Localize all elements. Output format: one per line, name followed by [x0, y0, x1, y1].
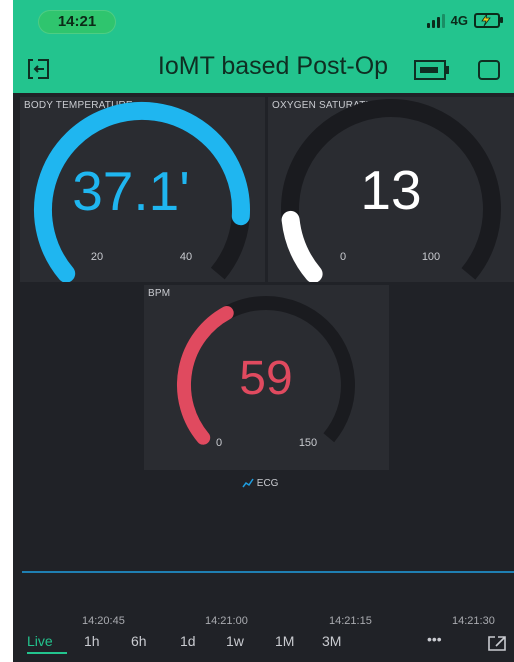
x-tick-label: 14:21:00	[205, 615, 248, 627]
range-1h-button[interactable]: 1h	[84, 633, 100, 649]
square-icon[interactable]	[477, 59, 501, 81]
oxygen-min-label: 0	[340, 251, 346, 263]
status-time: 14:21	[57, 13, 97, 30]
more-options-icon[interactable]: •••	[427, 631, 442, 647]
temperature-gauge: 37.1' 20 40	[34, 101, 250, 282]
status-indicators: 4G	[426, 13, 503, 28]
range-3m-button[interactable]: 3M	[322, 633, 341, 649]
device-status-icon[interactable]	[414, 60, 450, 80]
x-tick-label: 14:21:15	[329, 615, 372, 627]
page-title: IoMT based Post-Op	[157, 52, 389, 80]
export-icon[interactable]	[487, 635, 507, 652]
oxygen-gauge-fill	[281, 210, 323, 282]
bpm-value: 59	[239, 352, 292, 405]
range-1m-button[interactable]: 1M	[275, 633, 294, 649]
oxygen-gauge-panel: OXYGEN SATURATION 13 0 100	[268, 97, 514, 282]
active-range-underline	[27, 652, 67, 654]
bpm-gauge-panel: BPM 59 0 150	[144, 285, 389, 470]
phone-screen: 14:21 4G IoMT based Post-Op BODY TEMPERA…	[13, 0, 514, 662]
temperature-gauge-panel: BODY TEMPERATURE 37.1' 20 40	[20, 97, 265, 282]
status-time-pill: 14:21	[38, 10, 116, 34]
network-type: 4G	[450, 13, 468, 28]
oxygen-max-label: 100	[422, 251, 440, 263]
temperature-min-label: 20	[91, 251, 103, 263]
range-1w-button[interactable]: 1w	[226, 633, 244, 649]
oxygen-value: 13	[360, 159, 421, 221]
bpm-min-label: 0	[216, 437, 222, 449]
bpm-max-label: 150	[299, 437, 317, 449]
exit-icon[interactable]	[27, 58, 51, 80]
x-tick-label: 14:21:30	[452, 615, 495, 627]
ecg-chart[interactable]: ECG 14:20:45 14:21:00 14:21:15 14:21:30 Liv…	[22, 475, 514, 662]
bpm-gauge-fill	[177, 306, 234, 445]
signal-icon	[426, 13, 445, 28]
temperature-max-label: 40	[180, 251, 192, 263]
range-live-button[interactable]: Live	[27, 633, 53, 649]
temperature-value: 37.1'	[72, 160, 190, 222]
battery-charging-icon	[474, 13, 503, 28]
range-6h-button[interactable]: 6h	[131, 633, 147, 649]
app-header: 14:21 4G IoMT based Post-Op	[13, 0, 514, 93]
oxygen-gauge: 13 0 100	[281, 99, 501, 282]
bpm-gauge: 59 0 150	[177, 295, 355, 449]
range-1d-button[interactable]: 1d	[180, 633, 196, 649]
x-tick-label: 14:20:45	[82, 615, 125, 627]
